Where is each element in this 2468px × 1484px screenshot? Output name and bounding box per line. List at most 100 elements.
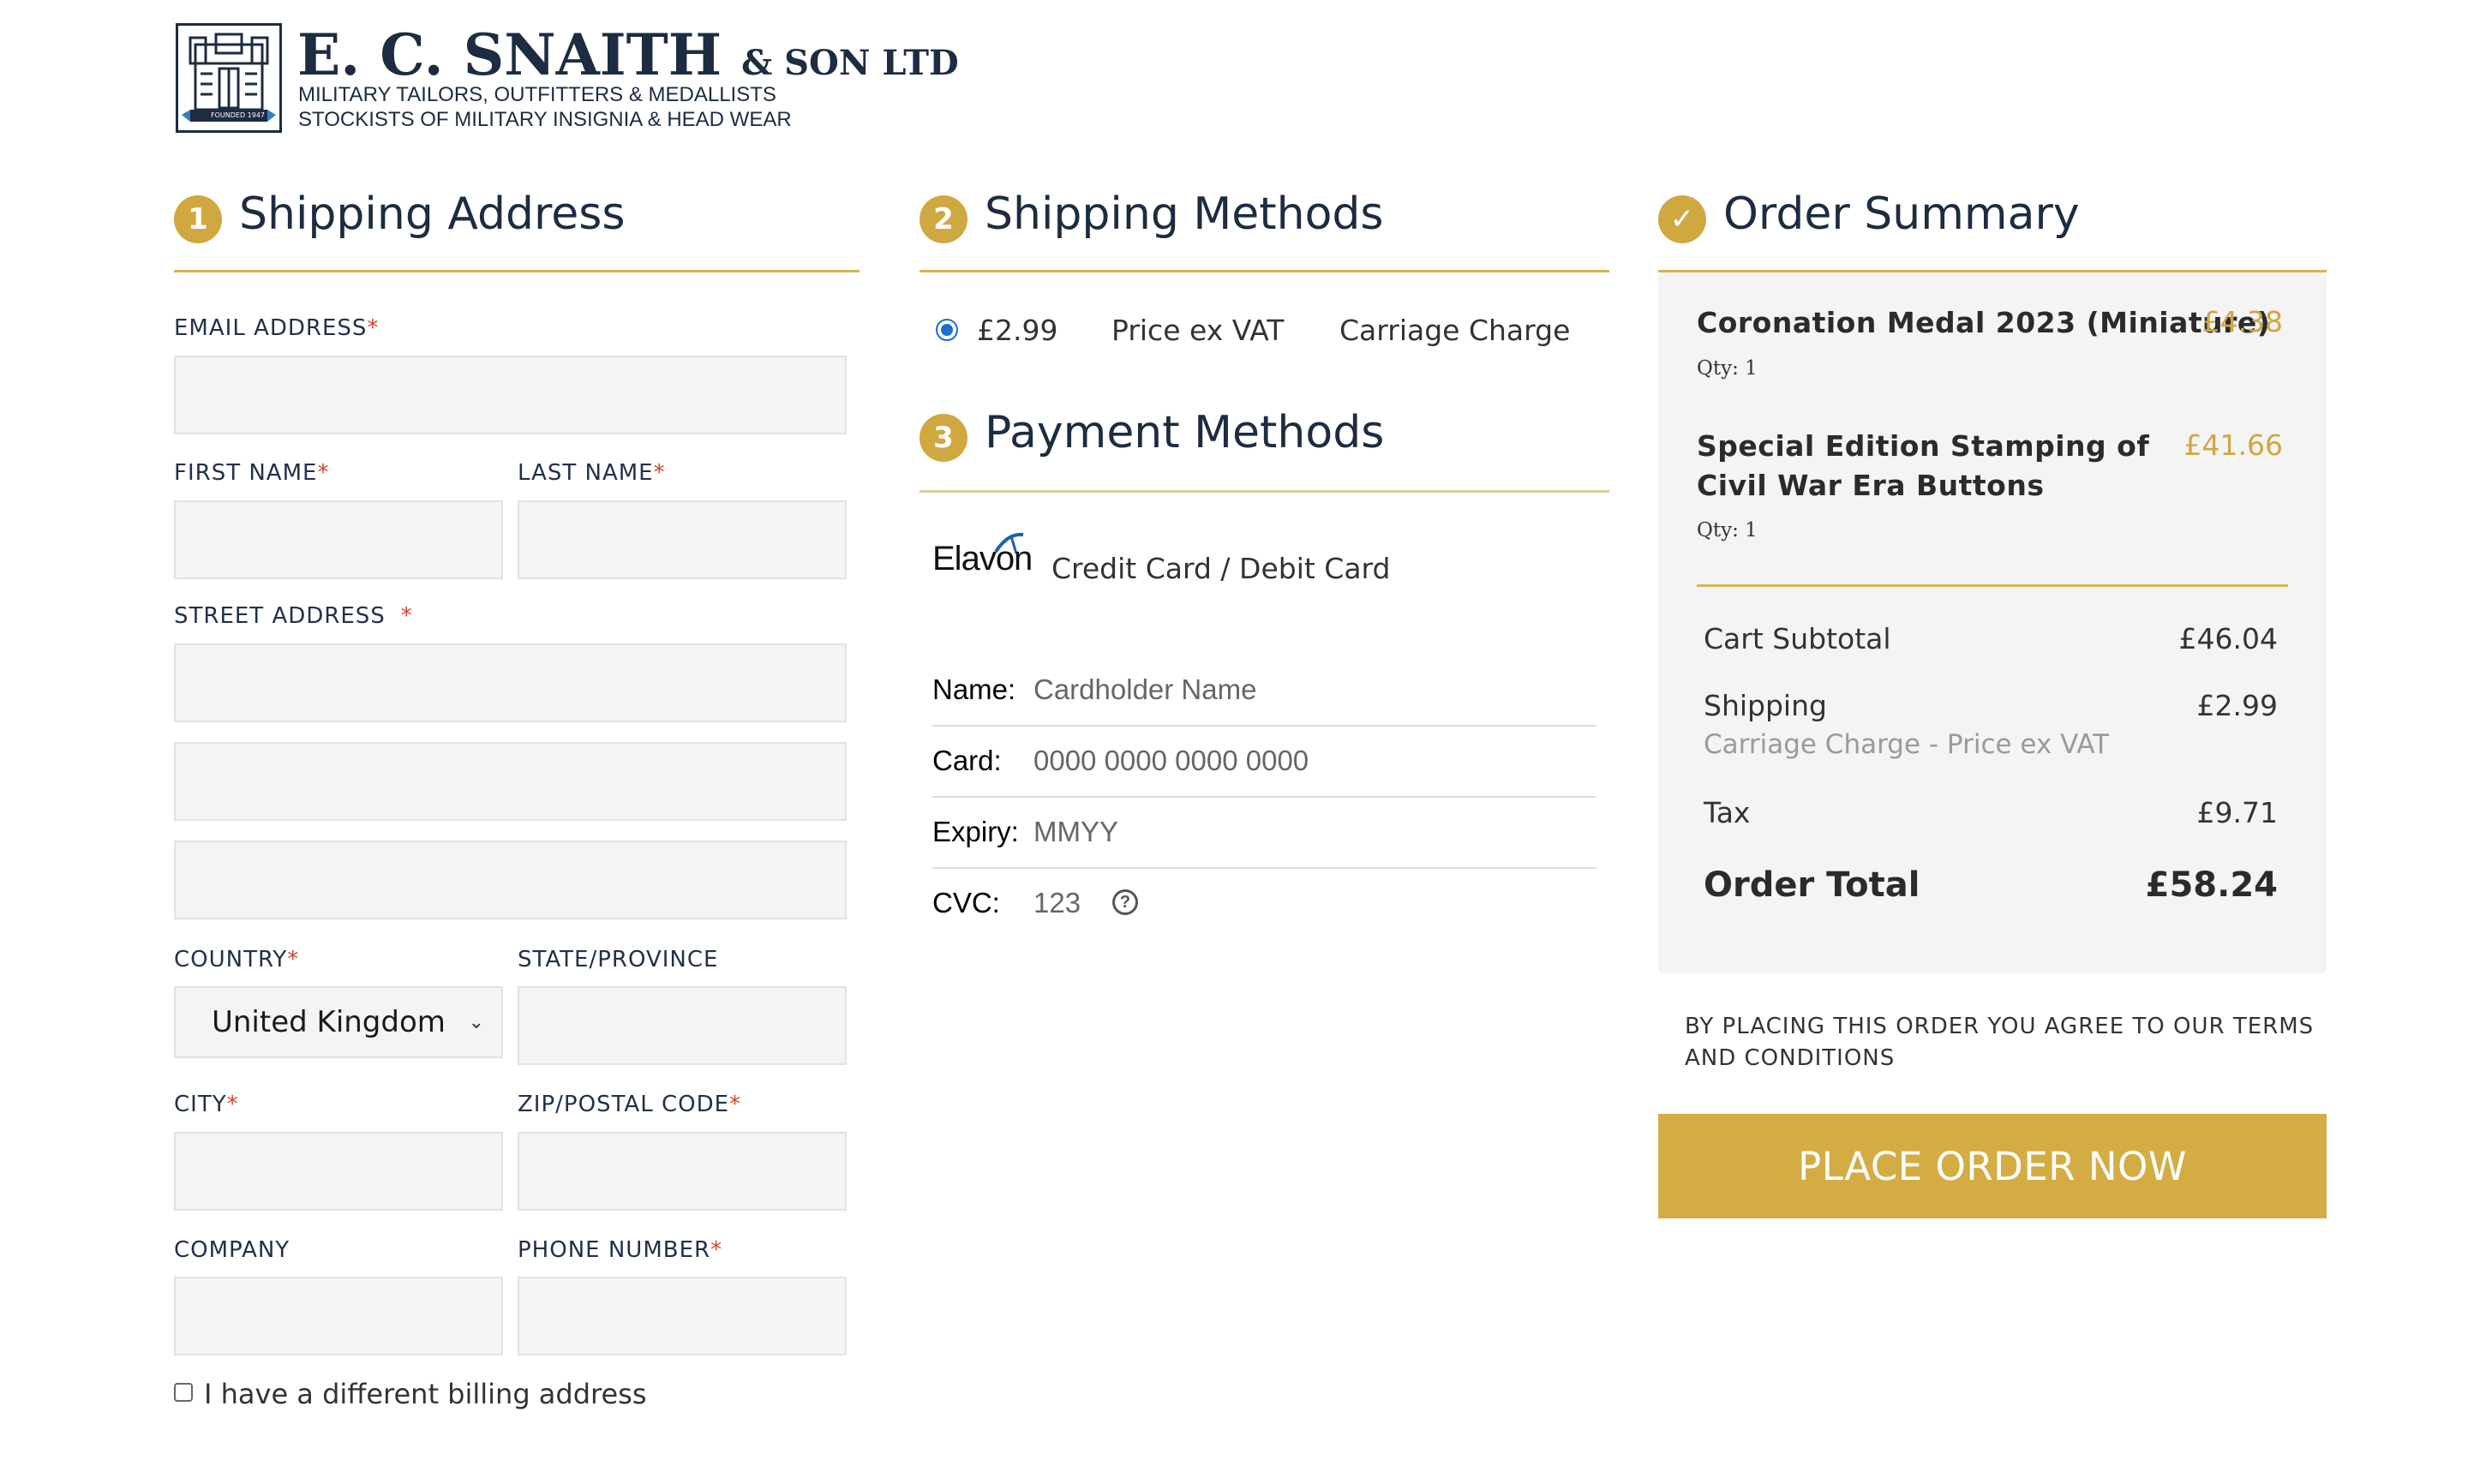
- cardholder-name-input[interactable]: Cardholder Name: [1033, 673, 1256, 706]
- shipping-option-price[interactable]: £2.99: [977, 314, 1057, 347]
- shipping-address-heading: 1 Shipping Address: [174, 188, 860, 290]
- payment-methods-title: Payment Methods: [985, 407, 1385, 458]
- card-field-divider: [932, 796, 1596, 798]
- tax-value: £9.71: [2196, 796, 2278, 829]
- city-field[interactable]: [174, 1132, 503, 1211]
- required-mark: *: [226, 1092, 239, 1117]
- email-label-text: EMAIL ADDRESS: [174, 315, 368, 341]
- required-mark: *: [400, 603, 413, 629]
- state-label: STATE/PROVINCE: [518, 947, 719, 972]
- phone-label-text: PHONE NUMBER: [518, 1237, 711, 1263]
- order-total-label: Order Total: [1704, 865, 1920, 905]
- step-3-badge: 3: [920, 414, 967, 462]
- street-address-line-1[interactable]: [174, 643, 847, 722]
- summary-items-divider: [1697, 584, 2288, 587]
- brand-logo[interactable]: FOUNDED 1947: [176, 23, 282, 133]
- summary-item-price: £41.66: [2183, 428, 2283, 462]
- phone-label: PHONE NUMBER*: [518, 1237, 722, 1263]
- place-order-button[interactable]: PLACE ORDER NOW: [1658, 1114, 2327, 1218]
- summary-item-name: Coronation Medal 2023 (Miniature): [1697, 306, 2271, 339]
- street-address-label-text: STREET ADDRESS: [174, 603, 386, 629]
- shipping-detail: Carriage Charge - Price ex VAT: [1704, 729, 2110, 760]
- email-field[interactable]: [174, 356, 847, 434]
- required-mark: *: [729, 1092, 742, 1117]
- shipping-option-name[interactable]: Carriage Charge: [1339, 314, 1570, 347]
- country-select-value: United Kingdom: [212, 1005, 446, 1039]
- shipping-option-price-note[interactable]: Price ex VAT: [1111, 314, 1284, 347]
- company-field[interactable]: [174, 1277, 503, 1355]
- first-name-field[interactable]: [174, 500, 503, 579]
- check-icon: ✓: [1658, 195, 1706, 243]
- state-field[interactable]: [518, 986, 847, 1065]
- chevron-down-icon: ⌄: [468, 1011, 484, 1033]
- shipping-address-divider: [174, 270, 860, 272]
- cvc-help-icon[interactable]: ?: [1112, 889, 1138, 915]
- shipping-option-radio[interactable]: [936, 319, 958, 341]
- country-label: COUNTRY*: [174, 947, 299, 972]
- terms-notice: BY PLACING THIS ORDER YOU AGREE TO OUR T…: [1685, 1014, 2315, 1071]
- brand-name-main: E. C. SNAITH: [297, 21, 722, 88]
- company-label: COMPANY: [174, 1237, 291, 1263]
- cvc-input[interactable]: 123: [1033, 887, 1081, 919]
- payment-method-label[interactable]: Credit Card / Debit Card: [1051, 552, 1390, 585]
- subtotal-value: £46.04: [2178, 622, 2278, 655]
- shipping-address-title: Shipping Address: [239, 188, 626, 240]
- street-address-line-3[interactable]: [174, 841, 847, 919]
- street-address-label: STREET ADDRESS *: [174, 603, 413, 629]
- required-mark: *: [653, 460, 666, 486]
- summary-item-price: £4.38: [2201, 305, 2283, 338]
- city-label: CITY*: [174, 1092, 239, 1117]
- first-name-label: FIRST NAME*: [174, 460, 329, 486]
- summary-item-name: Special Edition Stamping of Civil War Er…: [1697, 429, 2150, 502]
- city-label-text: CITY: [174, 1092, 227, 1117]
- shipping-methods-heading: 2 Shipping Methods: [920, 188, 1609, 290]
- brand-name-suffix: & SON LTD: [741, 43, 959, 83]
- required-mark: *: [317, 460, 330, 486]
- required-mark: *: [367, 315, 380, 341]
- order-total-value: £58.24: [2145, 865, 2278, 905]
- card-number-label: Card:: [932, 745, 1002, 776]
- elavon-logo: Elavon: [932, 531, 1035, 583]
- brand-tagline-1: MILITARY TAILORS, OUTFITTERS & MEDALLIST…: [298, 83, 776, 106]
- elavon-wordmark: Elavon: [932, 540, 1033, 577]
- card-field-divider: [932, 725, 1596, 727]
- radio-selected-dot: [941, 324, 953, 336]
- step-2-badge: 2: [920, 195, 967, 243]
- summary-item-qty: Qty: 1: [1697, 519, 1758, 542]
- shipping-value: £2.99: [2196, 689, 2278, 722]
- shipping-methods-title: Shipping Methods: [985, 188, 1384, 240]
- required-mark: *: [710, 1237, 723, 1263]
- expiry-label: Expiry:: [932, 816, 1019, 847]
- step-1-badge: 1: [174, 195, 222, 243]
- last-name-label: LAST NAME*: [518, 460, 666, 486]
- email-label: EMAIL ADDRESS*: [174, 315, 379, 341]
- different-billing-label[interactable]: I have a different billing address: [204, 1378, 647, 1410]
- zip-label-text: ZIP/POSTAL CODE: [518, 1092, 730, 1117]
- street-address-line-2[interactable]: [174, 742, 847, 821]
- cvc-label: CVC:: [932, 887, 1000, 919]
- summary-item-qty: Qty: 1: [1697, 357, 1758, 380]
- phone-field[interactable]: [518, 1277, 847, 1355]
- different-billing-checkbox[interactable]: [174, 1383, 193, 1402]
- zip-label: ZIP/POSTAL CODE*: [518, 1092, 741, 1117]
- card-number-input[interactable]: 0000 0000 0000 0000: [1033, 745, 1309, 777]
- payment-methods-heading: 3 Payment Methods: [920, 407, 1609, 508]
- brand-tagline-2: STOCKISTS OF MILITARY INSIGNIA & HEAD WE…: [298, 108, 792, 131]
- subtotal-label: Cart Subtotal: [1704, 622, 1891, 655]
- country-select[interactable]: United Kingdom ⌄: [174, 986, 503, 1058]
- first-name-label-text: FIRST NAME: [174, 460, 318, 486]
- card-field-divider: [932, 867, 1596, 869]
- last-name-field[interactable]: [518, 500, 847, 579]
- shipping-methods-divider: [920, 270, 1609, 272]
- required-mark: *: [287, 947, 300, 972]
- last-name-label-text: LAST NAME: [518, 460, 654, 486]
- shipping-label: Shipping: [1704, 689, 1827, 722]
- payment-methods-divider: [920, 490, 1609, 493]
- expiry-input[interactable]: MMYY: [1033, 816, 1118, 848]
- order-summary-title: Order Summary: [1723, 188, 2080, 240]
- tax-label: Tax: [1704, 796, 1751, 829]
- country-label-text: COUNTRY: [174, 947, 288, 972]
- zip-field[interactable]: [518, 1132, 847, 1211]
- cardholder-name-label: Name:: [932, 673, 1016, 705]
- logo-banner-text: FOUNDED 1947: [211, 111, 266, 119]
